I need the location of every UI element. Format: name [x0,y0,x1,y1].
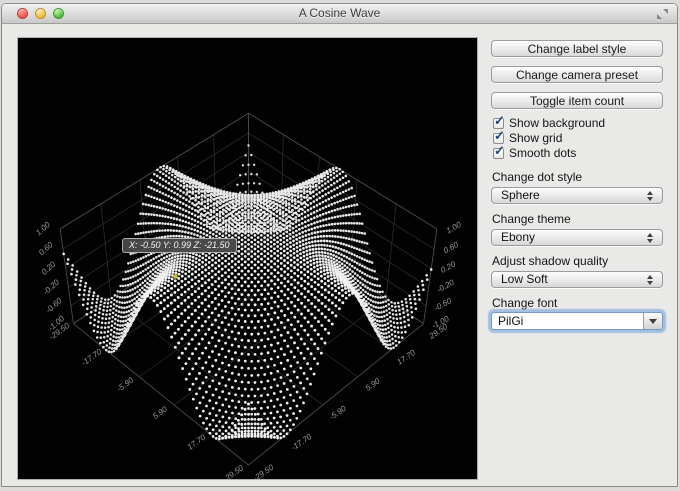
updown-arrows-icon [647,191,654,201]
checkmark-icon: ✓ [494,128,505,144]
app-window: A Cosine Wave X: -0.50 Y: 0.99 Z: -21.50… [1,3,678,487]
updown-arrows-icon [647,233,654,243]
change-camera-preset-button[interactable]: Change camera preset [491,66,663,83]
window-title: A Cosine Wave [2,4,677,23]
screen: A Cosine Wave X: -0.50 Y: 0.99 Z: -21.50… [0,0,680,491]
titlebar[interactable]: A Cosine Wave [2,4,677,24]
shadow-quality-select[interactable]: Low Soft [491,271,663,288]
dot-style-label: Change dot style [492,170,582,184]
theme-label: Change theme [492,212,571,226]
checkmark-icon: ✓ [494,143,505,159]
selected-point-label: X: -0.50 Y: 0.99 Z: -21.50 [122,238,237,253]
checkbox-smooth-dots[interactable]: ✓ Smooth dots [493,146,576,160]
updown-arrows-icon [647,275,654,285]
checkbox-show-background[interactable]: ✓ Show background [493,116,605,130]
checkbox-box: ✓ [493,148,504,159]
toggle-item-count-button[interactable]: Toggle item count [491,92,663,109]
scatter-3d-canvas[interactable] [18,38,477,479]
scatter-plot-area: X: -0.50 Y: 0.99 Z: -21.50 [17,37,478,480]
dot-style-select[interactable]: Sphere [491,187,663,204]
theme-select[interactable]: Ebony [491,229,663,246]
shadow-quality-label: Adjust shadow quality [492,254,608,268]
dropdown-arrow-icon[interactable] [643,313,662,329]
fullscreen-icon[interactable] [657,9,668,19]
change-label-style-button[interactable]: Change label style [491,40,663,57]
font-label: Change font [492,296,557,310]
font-select[interactable]: PilGi [491,312,663,330]
control-panel: Change label style Change camera preset … [489,34,675,480]
checkmark-icon: ✓ [494,113,505,129]
